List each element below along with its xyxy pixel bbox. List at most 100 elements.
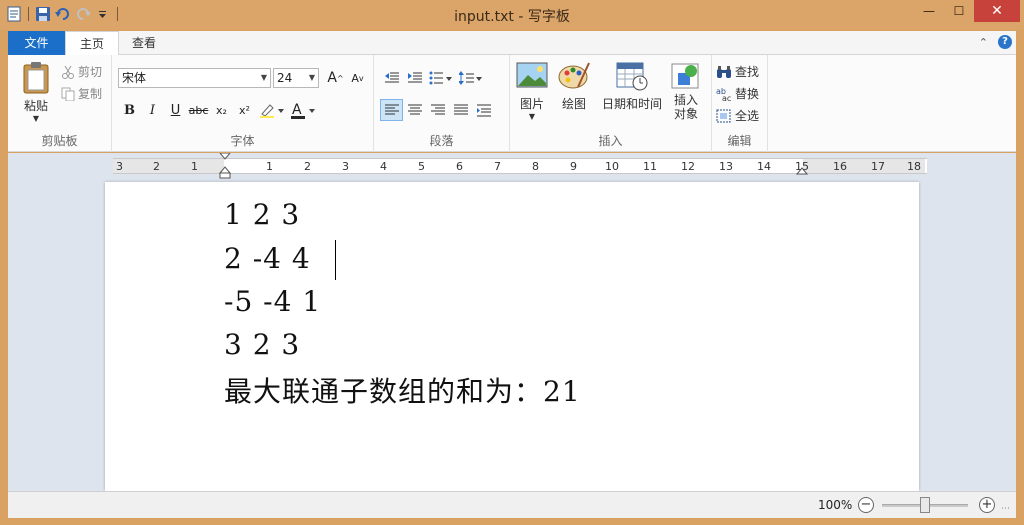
- datetime-label: 日期和时间: [601, 97, 662, 111]
- ruler-tick: 2: [153, 160, 160, 173]
- select-all-button[interactable]: 全选: [716, 107, 759, 124]
- align-left-icon[interactable]: [380, 99, 403, 121]
- collapse-ribbon-icon[interactable]: ⌃: [979, 36, 988, 49]
- text-caret: [335, 240, 336, 280]
- align-center-icon[interactable]: [403, 99, 426, 121]
- resize-grip-icon[interactable]: ⋯: [1001, 504, 1013, 516]
- group-label-edit: 编辑: [727, 134, 752, 148]
- tab-file[interactable]: 文件: [8, 31, 65, 55]
- group-edit: 查找 ab ac 替换 全选 编辑: [712, 55, 768, 152]
- ruler-tick: 2: [304, 160, 311, 173]
- window-controls: — ☐ ✕: [914, 0, 1020, 22]
- grow-font-button[interactable]: A ^: [324, 67, 347, 89]
- find-button[interactable]: 查找: [716, 63, 759, 80]
- insert-picture-button[interactable]: 图片 ▼: [514, 61, 550, 121]
- subscript-button[interactable]: x₂: [210, 99, 233, 121]
- svg-text:ac: ac: [722, 94, 731, 101]
- group-label-paragraph: 段落: [429, 134, 454, 148]
- ruler-tick: 5: [418, 160, 425, 173]
- indent-marker-icon[interactable]: [219, 153, 231, 179]
- ruler-tick: 12: [681, 160, 695, 173]
- object-label-line1: 插入: [673, 93, 698, 107]
- ruler-tick: 6: [456, 160, 463, 173]
- bullet-list-icon[interactable]: [426, 67, 456, 89]
- group-label-font: 字体: [230, 134, 255, 148]
- title-bar: input.txt - 写字板 — ☐ ✕: [0, 0, 1024, 30]
- grow-font-label: A: [327, 70, 337, 86]
- underline-button[interactable]: U: [164, 99, 187, 121]
- font-family-select[interactable]: 宋体 ▼: [118, 68, 271, 88]
- tab-home[interactable]: 主页: [65, 31, 119, 56]
- group-font: 宋体 ▼ 24 ▼ A ^ Av B I U abc x₂ x² A 字体: [112, 55, 374, 152]
- ruler-tick: 17: [871, 160, 885, 173]
- font-family-value: 宋体: [122, 71, 147, 85]
- copy-icon: [61, 87, 75, 101]
- italic-button[interactable]: I: [141, 99, 164, 121]
- insert-object-button[interactable]: 插入 对象: [666, 61, 706, 121]
- replace-label: 替换: [735, 87, 760, 101]
- minimize-button[interactable]: —: [914, 0, 944, 22]
- group-paragraph: 段落: [374, 55, 510, 152]
- date-time-button[interactable]: 日期和时间: [600, 61, 664, 112]
- zoom-in-button[interactable]: +: [979, 497, 995, 513]
- line-spacing-icon[interactable]: [456, 67, 486, 89]
- font-format-row: B I U abc x₂ x² A: [118, 99, 318, 121]
- ruler-tick: 7: [494, 160, 501, 173]
- chevron-down-icon: ▼: [528, 112, 536, 121]
- copy-button[interactable]: 复制: [61, 85, 102, 102]
- ruler-tick: 4: [380, 160, 387, 173]
- paste-button[interactable]: 粘贴 ▼: [16, 61, 56, 123]
- decrease-indent-icon[interactable]: [380, 67, 403, 89]
- select-all-label: 全选: [735, 109, 760, 123]
- help-icon[interactable]: ?: [998, 35, 1012, 49]
- paste-icon: [23, 62, 49, 94]
- document-line: 最大联通子数组的和为：21: [224, 375, 581, 408]
- ruler-tick: 14: [757, 160, 771, 173]
- bold-button[interactable]: B: [118, 99, 141, 121]
- highlight-color-button[interactable]: [256, 99, 288, 121]
- paragraph-row-1: [380, 67, 486, 89]
- tab-view[interactable]: 查看: [121, 31, 167, 55]
- document-line: 1 2 3: [224, 198, 301, 231]
- picture-icon: [516, 62, 548, 88]
- zoom-out-button[interactable]: −: [858, 497, 874, 513]
- ruler-tick: 1: [266, 160, 273, 173]
- strikethrough-button[interactable]: abc: [187, 99, 210, 121]
- ruler[interactable]: 3 2 1 1 2 3 4 5 6 7 8 9 10 11 12 13 14 1…: [113, 153, 927, 179]
- right-indent-marker-icon[interactable]: [796, 164, 808, 176]
- ruler-left-margin: [113, 159, 224, 173]
- document-line: 3 2 3: [224, 328, 301, 361]
- ruler-tick: 9: [570, 160, 577, 173]
- copy-label: 复制: [78, 87, 103, 101]
- highlighter-icon: [260, 104, 284, 118]
- ruler-tick: 3: [116, 160, 123, 173]
- ribbon-right-controls: ⌃ ?: [979, 35, 1012, 49]
- font-size-select[interactable]: 24 ▼: [273, 68, 319, 88]
- group-label-clipboard: 剪贴板: [41, 134, 78, 148]
- ruler-tick: 8: [532, 160, 539, 173]
- superscript-button[interactable]: x²: [233, 99, 256, 121]
- font-color-button[interactable]: A: [288, 99, 318, 121]
- close-button[interactable]: ✕: [974, 0, 1020, 22]
- paint-palette-icon: [558, 62, 590, 89]
- ruler-tick: 3: [342, 160, 349, 173]
- ruler-tick: 11: [643, 160, 657, 173]
- select-all-icon: [716, 109, 731, 122]
- ribbon-tabs: 文件 主页 查看 ⌃ ?: [8, 31, 1016, 56]
- ribbon: 粘贴 ▼ 剪切 复制 剪贴板 宋体 ▼ 24 ▼ A ^ Av B I U ab…: [8, 55, 1016, 152]
- justify-icon[interactable]: [449, 99, 472, 121]
- shrink-font-button[interactable]: Av: [346, 67, 369, 89]
- align-right-icon[interactable]: [426, 99, 449, 121]
- increase-indent-icon[interactable]: [403, 67, 426, 89]
- svg-text:A: A: [292, 102, 302, 118]
- ruler-tick: 10: [605, 160, 619, 173]
- cut-button[interactable]: 剪切: [61, 63, 102, 80]
- chevron-down-icon: ▼: [308, 73, 315, 82]
- replace-button[interactable]: ab ac 替换: [716, 85, 759, 102]
- cut-label: 剪切: [78, 65, 103, 79]
- document-line: 2 -4 4: [224, 242, 311, 275]
- maximize-button[interactable]: ☐: [944, 0, 974, 22]
- paint-drawing-button[interactable]: 绘图: [554, 61, 594, 112]
- paragraph-settings-icon[interactable]: [472, 99, 495, 121]
- zoom-slider-thumb[interactable]: [920, 497, 930, 513]
